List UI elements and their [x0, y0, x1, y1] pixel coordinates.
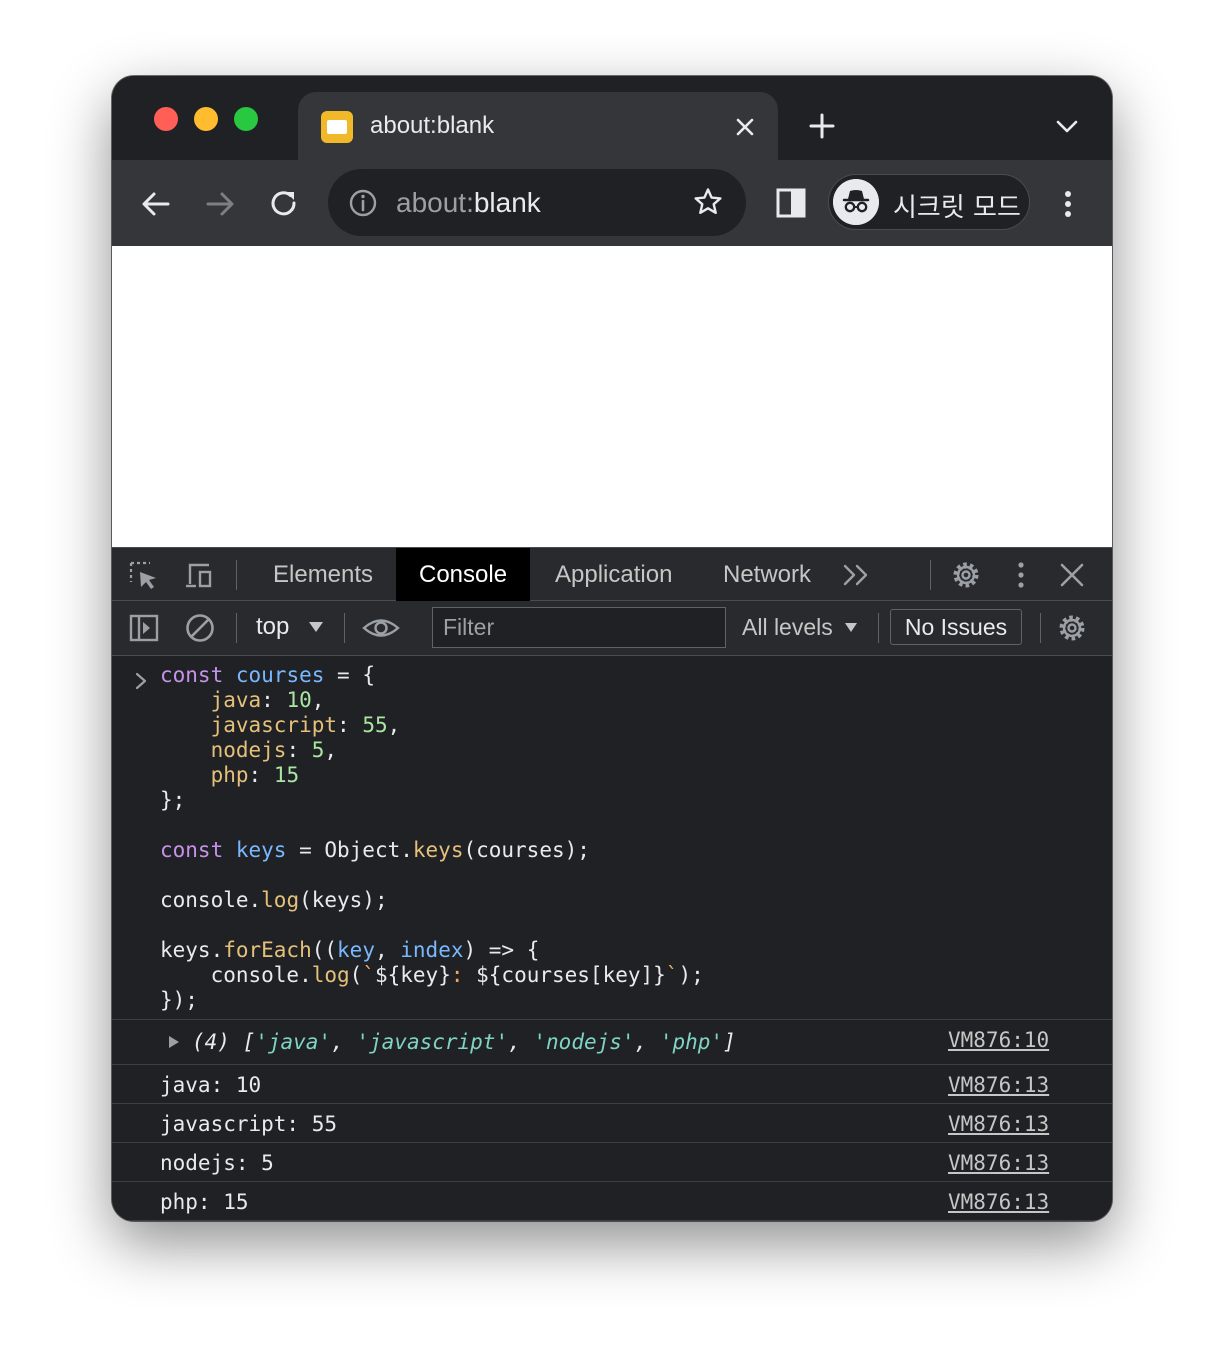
reload-icon[interactable]: [266, 186, 302, 222]
log-levels-dropdown[interactable]: All levels: [742, 614, 833, 641]
tab-search-chevron-down-icon[interactable]: [1052, 114, 1082, 138]
live-expression-eye-icon[interactable]: [362, 613, 400, 643]
devtools-tab-bar: Elements Console Application Network: [112, 547, 1112, 601]
bookmark-star-icon[interactable]: [692, 186, 724, 218]
inspect-element-icon[interactable]: [128, 560, 160, 590]
tab-title: about:blank: [370, 112, 495, 139]
issues-button[interactable]: No Issues: [890, 609, 1022, 645]
source-link[interactable]: VM876:13: [948, 1073, 1049, 1097]
context-dropdown-arrow-icon: [309, 622, 323, 632]
browser-tab[interactable]: about:blank: [298, 92, 778, 160]
browser-toolbar: about:blank 시크릿 모드: [112, 160, 1112, 247]
prompt-chevron-icon: [135, 672, 147, 690]
source-link[interactable]: VM876:10: [948, 1028, 1049, 1052]
site-info-icon[interactable]: [348, 188, 378, 218]
more-menu-icon[interactable]: [1056, 186, 1080, 222]
console-log-row: php: 15 VM876:13: [112, 1182, 1112, 1221]
close-devtools-icon[interactable]: [1058, 560, 1086, 590]
address-url: about:blank: [396, 187, 541, 218]
console-toolbar: top All levels No Issues: [112, 601, 1112, 656]
array-preview: (4) ['java', 'javascript', 'nodejs', 'ph…: [192, 1030, 736, 1054]
log-message: nodejs: 5: [160, 1151, 274, 1175]
source-link[interactable]: VM876:13: [948, 1112, 1049, 1136]
settings-gear-icon[interactable]: [950, 560, 982, 590]
device-toolbar-icon[interactable]: [182, 560, 214, 590]
tab-network[interactable]: Network: [710, 548, 824, 601]
close-window-button[interactable]: [154, 107, 178, 131]
console-log-array[interactable]: (4) ['java', 'javascript', 'nodejs', 'ph…: [112, 1020, 1112, 1065]
levels-dropdown-arrow-icon: [845, 623, 857, 632]
more-tabs-chevron-icon[interactable]: [840, 562, 874, 588]
expand-triangle-icon[interactable]: [168, 1035, 180, 1049]
console-input-code: const courses = { java: 10, javascript: …: [160, 663, 704, 1012]
toolbar-divider: [236, 560, 237, 590]
console-messages: const courses = { java: 10, javascript: …: [112, 656, 1112, 1221]
browser-window: about:blank about:blank 시크릿 모드 Elements …: [112, 76, 1112, 1221]
source-link[interactable]: VM876:13: [948, 1190, 1049, 1214]
page-viewport[interactable]: [112, 246, 1112, 547]
clear-console-icon[interactable]: [184, 613, 216, 643]
forward-arrow-icon[interactable]: [202, 186, 238, 222]
toolbar-divider: [878, 613, 879, 643]
devtools-panel: Elements Console Application Network top…: [112, 547, 1112, 1221]
tab-application[interactable]: Application: [542, 548, 685, 601]
tab-console[interactable]: Console: [396, 548, 531, 601]
toolbar-divider: [1040, 613, 1041, 643]
page-favicon-icon: [321, 111, 353, 143]
log-message: java: 10: [160, 1073, 262, 1097]
tab-elements[interactable]: Elements: [260, 548, 386, 601]
log-message: javascript: 55: [160, 1112, 338, 1136]
source-link[interactable]: VM876:13: [948, 1151, 1049, 1175]
address-bar[interactable]: about:blank: [328, 169, 746, 236]
console-log-row: nodejs: 5 VM876:13: [112, 1143, 1112, 1182]
incognito-profile-chip[interactable]: 시크릿 모드: [828, 174, 1030, 230]
minimize-window-button[interactable]: [194, 107, 218, 131]
console-input-entry[interactable]: const courses = { java: 10, javascript: …: [112, 656, 1112, 1020]
tab-strip: about:blank: [112, 76, 1112, 160]
incognito-icon: [833, 179, 879, 225]
new-tab-plus-icon[interactable]: [806, 110, 838, 142]
toolbar-divider: [344, 613, 345, 643]
incognito-label: 시크릿 모드: [893, 193, 1021, 223]
console-log-row: java: 10 VM876:13: [112, 1065, 1112, 1104]
console-settings-gear-icon[interactable]: [1056, 613, 1088, 643]
show-sidebar-icon[interactable]: [128, 613, 160, 643]
back-arrow-icon[interactable]: [138, 186, 174, 222]
side-panel-icon[interactable]: [774, 186, 808, 220]
devtools-more-icon[interactable]: [1010, 560, 1032, 590]
toolbar-divider: [236, 613, 237, 643]
console-filter-input[interactable]: [432, 607, 726, 648]
close-tab-icon[interactable]: [730, 112, 760, 142]
toolbar-divider: [930, 560, 931, 590]
console-log-row: javascript: 55 VM876:13: [112, 1104, 1112, 1143]
log-message: php: 15: [160, 1190, 249, 1214]
execution-context-select[interactable]: top: [256, 613, 289, 641]
maximize-window-button[interactable]: [234, 107, 258, 131]
